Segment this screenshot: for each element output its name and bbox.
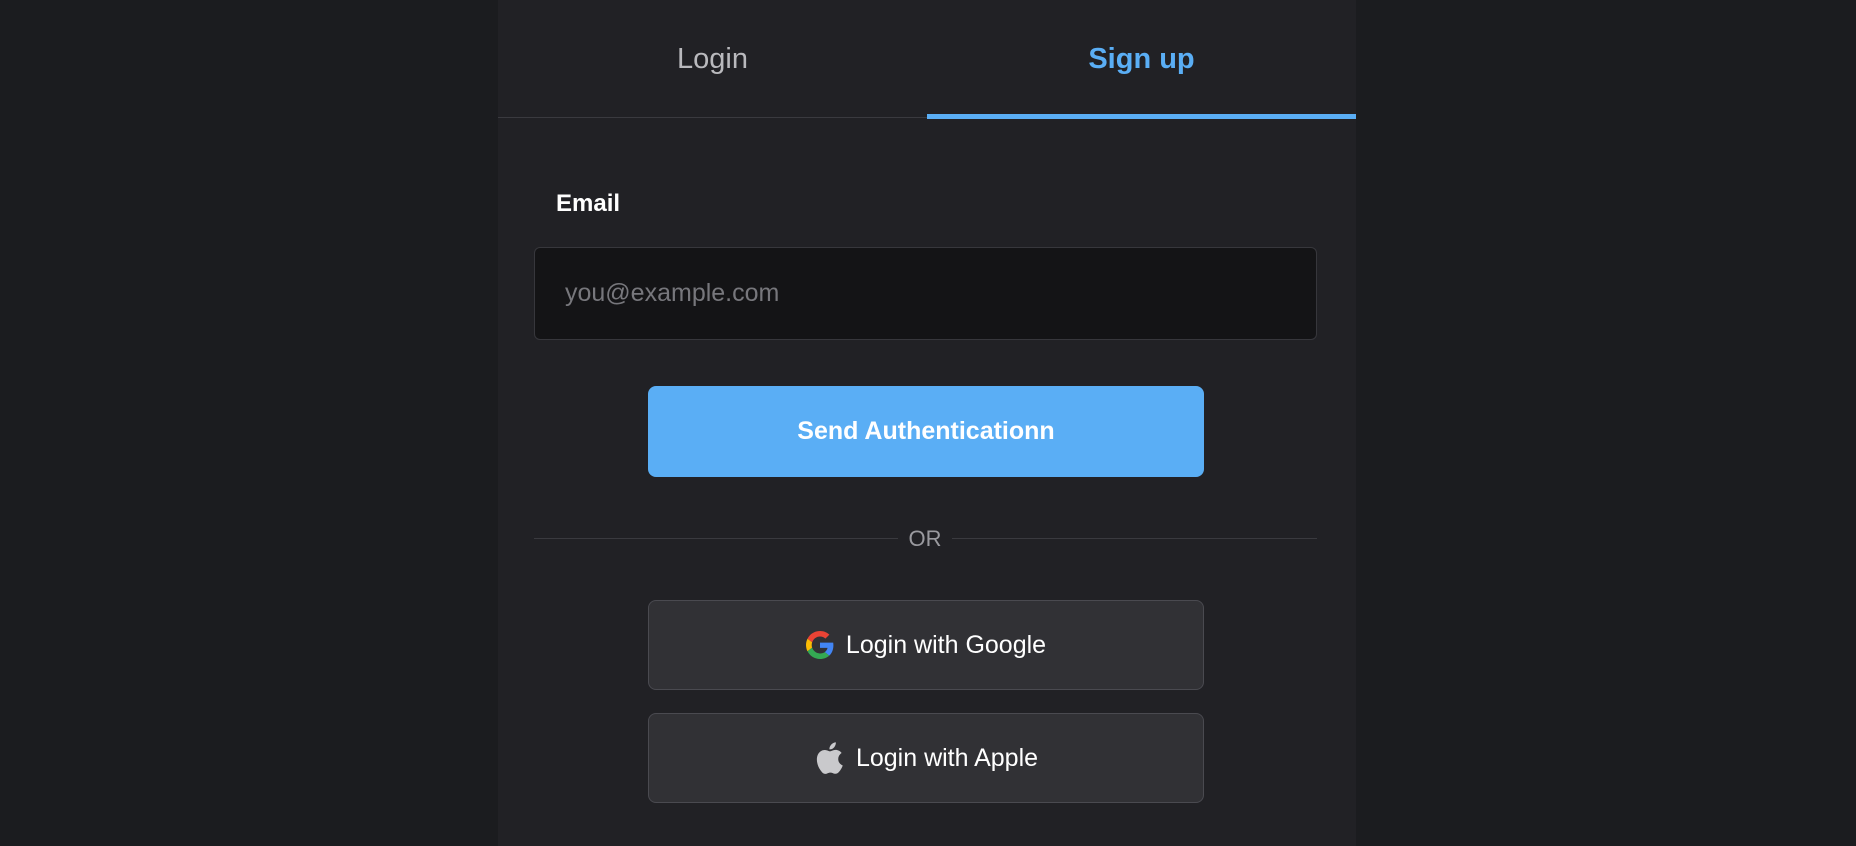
divider-line-right: [952, 538, 1317, 539]
divider-line-left: [534, 538, 898, 539]
email-label: Email: [556, 190, 621, 217]
apple-button-label: Login with Apple: [855, 743, 1039, 772]
google-button-label: Login with Google: [845, 630, 1047, 659]
login-with-apple-button[interactable]: Login with Apple: [648, 713, 1204, 803]
send-authentication-button[interactable]: Send Authenticationn: [648, 386, 1204, 477]
or-divider: OR: [534, 524, 1317, 554]
auth-tabs: Login Sign up: [498, 0, 1356, 119]
active-tab-indicator: [927, 114, 1356, 119]
tab-login[interactable]: Login: [498, 0, 927, 118]
auth-panel: Login Sign up Email Send Authenticationn…: [498, 0, 1356, 846]
tab-login-label: Login: [677, 42, 748, 75]
login-with-google-button[interactable]: Login with Google: [648, 600, 1204, 690]
email-field[interactable]: [534, 247, 1317, 340]
google-icon: [805, 631, 834, 659]
tab-signup[interactable]: Sign up: [927, 0, 1356, 119]
apple-icon: [814, 741, 844, 775]
or-label: OR: [908, 526, 942, 551]
tab-signup-label: Sign up: [1088, 42, 1195, 75]
